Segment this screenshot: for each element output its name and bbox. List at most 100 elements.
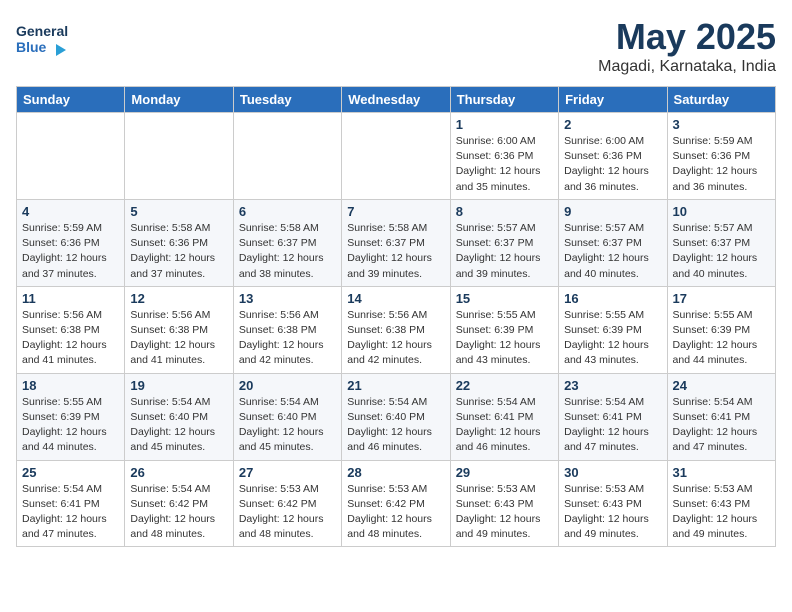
weekday-header-row: SundayMondayTuesdayWednesdayThursdayFrid… — [17, 87, 776, 113]
day-detail: Sunrise: 5:53 AMSunset: 6:43 PMDaylight:… — [456, 482, 553, 543]
calendar-cell: 26 Sunrise: 5:54 AMSunset: 6:42 PMDayligh… — [125, 460, 233, 547]
day-detail: Sunrise: 5:56 AMSunset: 6:38 PMDaylight:… — [239, 308, 336, 369]
day-number: 20 — [239, 378, 336, 393]
calendar-cell: 16 Sunrise: 5:55 AMSunset: 6:39 PMDayligh… — [559, 286, 667, 373]
day-number: 26 — [130, 465, 227, 480]
calendar-cell: 4 Sunrise: 5:59 AMSunset: 6:36 PMDaylight… — [17, 199, 125, 286]
calendar-cell: 3 Sunrise: 5:59 AMSunset: 6:36 PMDaylight… — [667, 113, 775, 200]
day-detail: Sunrise: 5:54 AMSunset: 6:40 PMDaylight:… — [130, 395, 227, 456]
day-detail: Sunrise: 5:55 AMSunset: 6:39 PMDaylight:… — [456, 308, 553, 369]
day-detail: Sunrise: 5:58 AMSunset: 6:37 PMDaylight:… — [347, 221, 444, 282]
calendar-cell: 13 Sunrise: 5:56 AMSunset: 6:38 PMDayligh… — [233, 286, 341, 373]
day-detail: Sunrise: 5:54 AMSunset: 6:41 PMDaylight:… — [456, 395, 553, 456]
weekday-header-thursday: Thursday — [450, 87, 558, 113]
day-number: 2 — [564, 117, 661, 132]
day-number: 27 — [239, 465, 336, 480]
day-number: 21 — [347, 378, 444, 393]
calendar-week-row: 18 Sunrise: 5:55 AMSunset: 6:39 PMDayligh… — [17, 373, 776, 460]
day-detail: Sunrise: 5:53 AMSunset: 6:42 PMDaylight:… — [239, 482, 336, 543]
location: Magadi, Karnataka, India — [598, 58, 776, 76]
calendar-cell: 19 Sunrise: 5:54 AMSunset: 6:40 PMDayligh… — [125, 373, 233, 460]
calendar-cell: 27 Sunrise: 5:53 AMSunset: 6:42 PMDayligh… — [233, 460, 341, 547]
day-number: 15 — [456, 291, 553, 306]
logo: General Blue — [16, 16, 72, 65]
day-number: 29 — [456, 465, 553, 480]
day-number: 31 — [673, 465, 770, 480]
day-number: 18 — [22, 378, 119, 393]
calendar-cell — [342, 113, 450, 200]
day-detail: Sunrise: 5:53 AMSunset: 6:43 PMDaylight:… — [564, 482, 661, 543]
day-detail: Sunrise: 5:54 AMSunset: 6:41 PMDaylight:… — [564, 395, 661, 456]
month-year: May 2025 — [598, 16, 776, 58]
day-detail: Sunrise: 5:53 AMSunset: 6:43 PMDaylight:… — [673, 482, 770, 543]
calendar-cell: 23Sunrise: 5:54 AMSunset: 6:41 PMDayligh… — [559, 373, 667, 460]
calendar-week-row: 11 Sunrise: 5:56 AMSunset: 6:38 PMDayligh… — [17, 286, 776, 373]
day-number: 9 — [564, 204, 661, 219]
day-number: 4 — [22, 204, 119, 219]
calendar-cell — [233, 113, 341, 200]
calendar-cell: 31 Sunrise: 5:53 AMSunset: 6:43 PMDayligh… — [667, 460, 775, 547]
calendar-cell: 30 Sunrise: 5:53 AMSunset: 6:43 PMDayligh… — [559, 460, 667, 547]
weekday-header-sunday: Sunday — [17, 87, 125, 113]
day-number: 24 — [673, 378, 770, 393]
day-number: 13 — [239, 291, 336, 306]
day-number: 8 — [456, 204, 553, 219]
day-detail: Sunrise: 5:58 AMSunset: 6:37 PMDaylight:… — [239, 221, 336, 282]
day-number: 19 — [130, 378, 227, 393]
calendar-cell: 7Sunrise: 5:58 AMSunset: 6:37 PMDaylight… — [342, 199, 450, 286]
day-detail: Sunrise: 5:57 AMSunset: 6:37 PMDaylight:… — [456, 221, 553, 282]
weekday-header-friday: Friday — [559, 87, 667, 113]
calendar-week-row: 4 Sunrise: 5:59 AMSunset: 6:36 PMDaylight… — [17, 199, 776, 286]
day-detail: Sunrise: 5:54 AMSunset: 6:41 PMDaylight:… — [22, 482, 119, 543]
day-number: 16 — [564, 291, 661, 306]
calendar-cell: 8 Sunrise: 5:57 AMSunset: 6:37 PMDaylight… — [450, 199, 558, 286]
calendar-cell: 21 Sunrise: 5:54 AMSunset: 6:40 PMDayligh… — [342, 373, 450, 460]
title-block: May 2025 Magadi, Karnataka, India — [598, 16, 776, 76]
day-detail: Sunrise: 5:55 AMSunset: 6:39 PMDaylight:… — [564, 308, 661, 369]
calendar-cell: 29 Sunrise: 5:53 AMSunset: 6:43 PMDayligh… — [450, 460, 558, 547]
day-number: 14 — [347, 291, 444, 306]
calendar-table: SundayMondayTuesdayWednesdayThursdayFrid… — [16, 86, 776, 547]
calendar-cell: 22 Sunrise: 5:54 AMSunset: 6:41 PMDayligh… — [450, 373, 558, 460]
day-number: 30 — [564, 465, 661, 480]
day-detail: Sunrise: 5:54 AMSunset: 6:41 PMDaylight:… — [673, 395, 770, 456]
day-number: 12 — [130, 291, 227, 306]
day-number: 3 — [673, 117, 770, 132]
weekday-header-tuesday: Tuesday — [233, 87, 341, 113]
calendar-cell: 10 Sunrise: 5:57 AMSunset: 6:37 PMDayligh… — [667, 199, 775, 286]
day-number: 11 — [22, 291, 119, 306]
calendar-cell — [125, 113, 233, 200]
day-number: 5 — [130, 204, 227, 219]
calendar-cell: 20Sunrise: 5:54 AMSunset: 6:40 PMDayligh… — [233, 373, 341, 460]
day-detail: Sunrise: 5:54 AMSunset: 6:40 PMDaylight:… — [347, 395, 444, 456]
day-detail: Sunrise: 5:56 AMSunset: 6:38 PMDaylight:… — [130, 308, 227, 369]
day-number: 22 — [456, 378, 553, 393]
calendar-cell: 12 Sunrise: 5:56 AMSunset: 6:38 PMDayligh… — [125, 286, 233, 373]
day-detail: Sunrise: 5:59 AMSunset: 6:36 PMDaylight:… — [22, 221, 119, 282]
calendar-cell: 6Sunrise: 5:58 AMSunset: 6:37 PMDaylight… — [233, 199, 341, 286]
day-detail: Sunrise: 5:55 AMSunset: 6:39 PMDaylight:… — [22, 395, 119, 456]
calendar-cell: 18 Sunrise: 5:55 AMSunset: 6:39 PMDayligh… — [17, 373, 125, 460]
calendar-cell: 17Sunrise: 5:55 AMSunset: 6:39 PMDayligh… — [667, 286, 775, 373]
day-number: 25 — [22, 465, 119, 480]
day-detail: Sunrise: 5:53 AMSunset: 6:42 PMDaylight:… — [347, 482, 444, 543]
page-header: General Blue May 2025 Magadi, Karnataka,… — [16, 16, 776, 76]
day-detail: Sunrise: 5:55 AMSunset: 6:39 PMDaylight:… — [673, 308, 770, 369]
day-detail: Sunrise: 5:57 AMSunset: 6:37 PMDaylight:… — [673, 221, 770, 282]
day-detail: Sunrise: 5:54 AMSunset: 6:42 PMDaylight:… — [130, 482, 227, 543]
day-number: 28 — [347, 465, 444, 480]
calendar-week-row: 1 Sunrise: 6:00 AMSunset: 6:36 PMDaylight… — [17, 113, 776, 200]
day-detail: Sunrise: 6:00 AMSunset: 6:36 PMDaylight:… — [456, 134, 553, 195]
calendar-cell: 11Sunrise: 5:56 AMSunset: 6:38 PMDayligh… — [17, 286, 125, 373]
svg-text:General: General — [16, 23, 68, 39]
calendar-cell — [17, 113, 125, 200]
day-detail: Sunrise: 5:58 AMSunset: 6:36 PMDaylight:… — [130, 221, 227, 282]
calendar-week-row: 25 Sunrise: 5:54 AMSunset: 6:41 PMDayligh… — [17, 460, 776, 547]
calendar-cell: 5 Sunrise: 5:58 AMSunset: 6:36 PMDaylight… — [125, 199, 233, 286]
day-number: 10 — [673, 204, 770, 219]
day-detail: Sunrise: 5:59 AMSunset: 6:36 PMDaylight:… — [673, 134, 770, 195]
weekday-header-monday: Monday — [125, 87, 233, 113]
calendar-cell: 24 Sunrise: 5:54 AMSunset: 6:41 PMDayligh… — [667, 373, 775, 460]
calendar-cell: 28 Sunrise: 5:53 AMSunset: 6:42 PMDayligh… — [342, 460, 450, 547]
day-number: 1 — [456, 117, 553, 132]
